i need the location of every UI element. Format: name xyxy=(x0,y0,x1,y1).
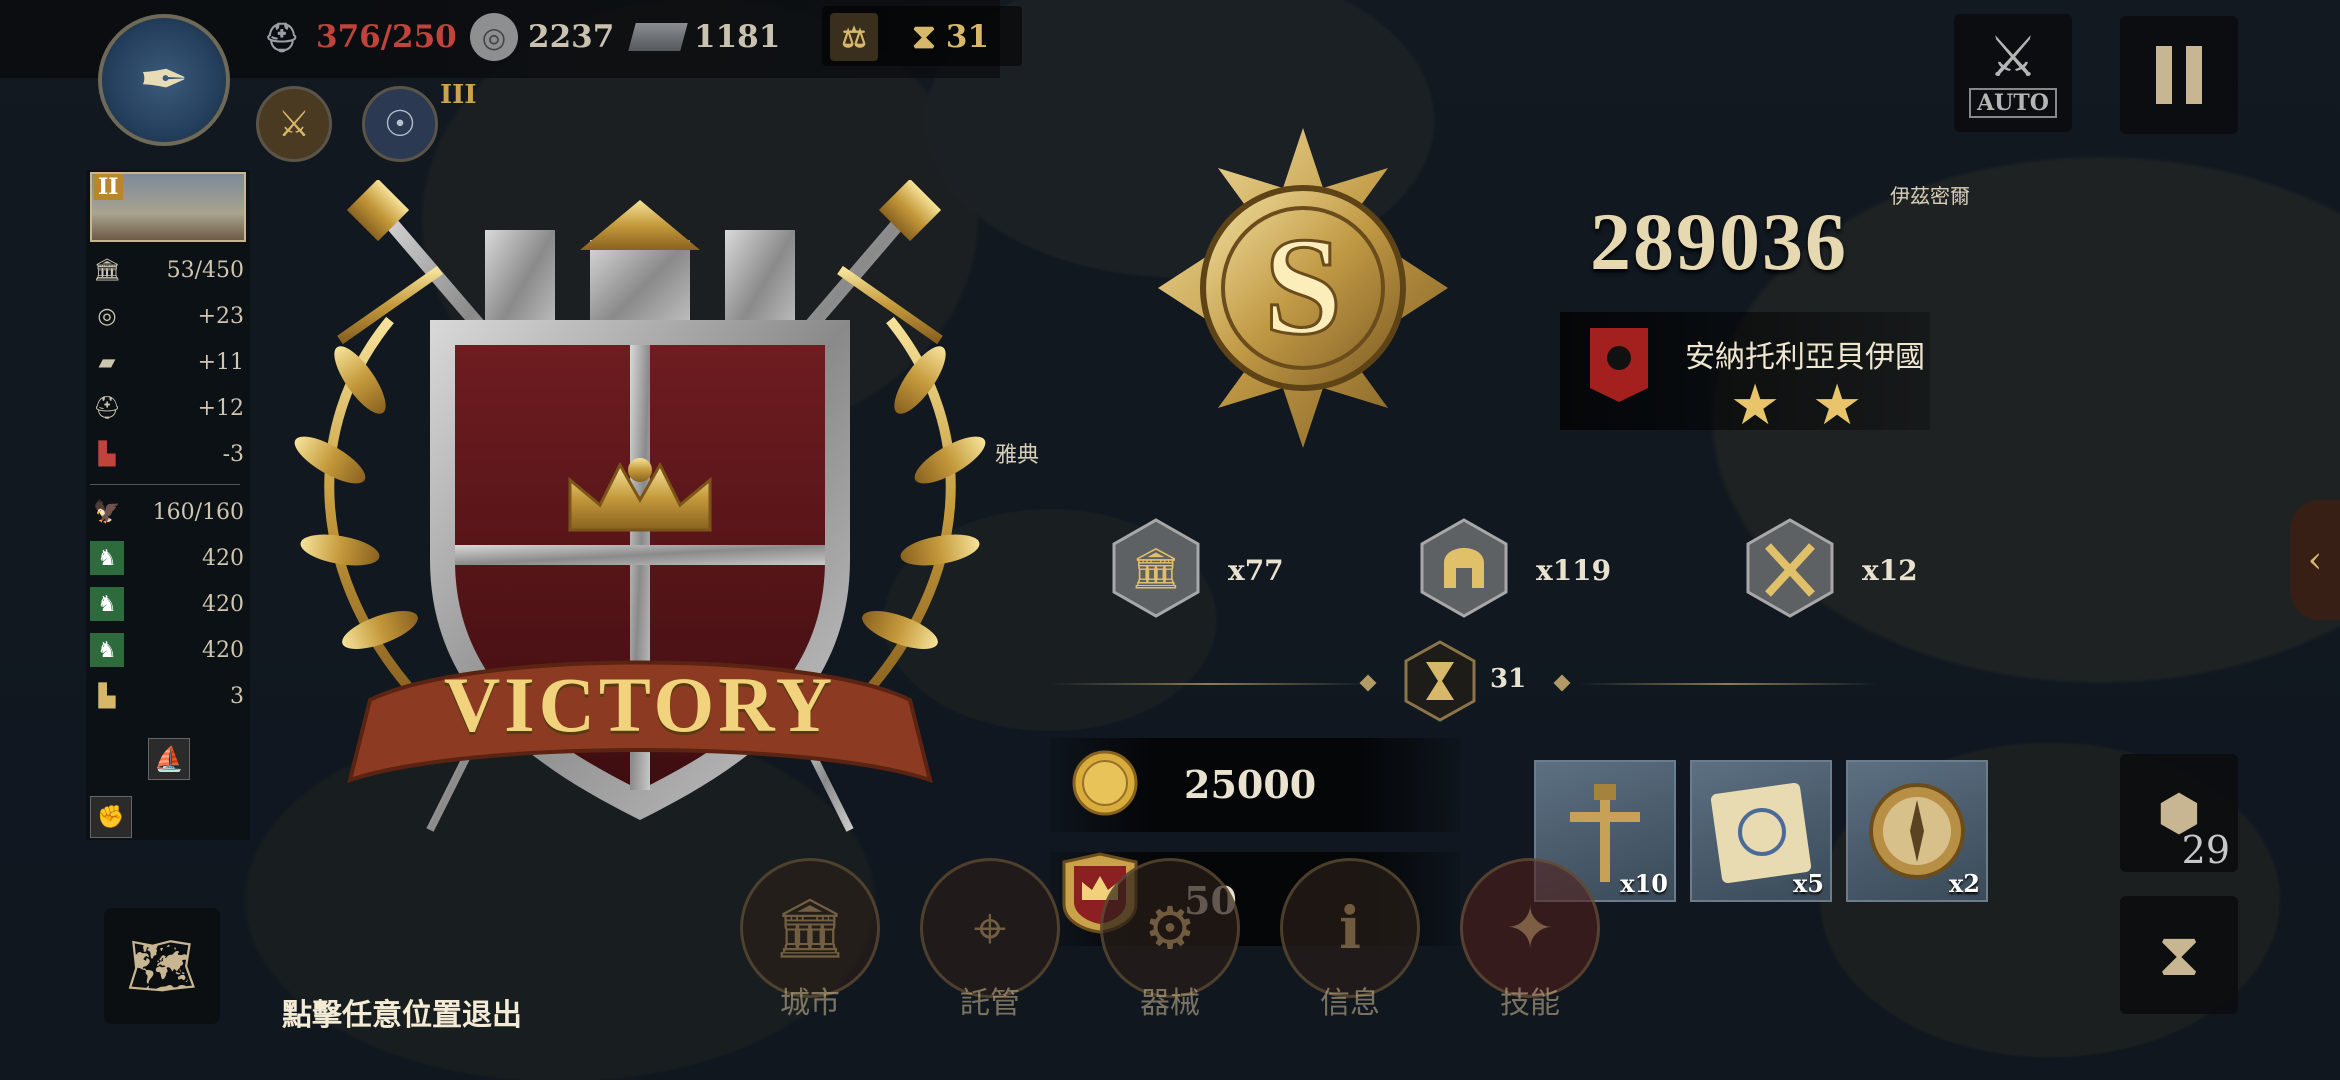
city-level-badge: II xyxy=(94,174,123,200)
boot-icon: ▙ xyxy=(98,683,116,709)
crossed-swords-icon[interactable]: ⚔ xyxy=(256,86,332,162)
grade-s-badge: S xyxy=(1158,128,1448,448)
eagle-icon: 🦅 xyxy=(93,499,121,525)
side-drawer-toggle[interactable]: ‹ xyxy=(2290,500,2340,620)
divider-right xyxy=(1578,683,1878,685)
map-icon: 🗺 xyxy=(126,934,198,999)
nav-info-button[interactable]: ℹ xyxy=(1280,858,1420,998)
nav-skill-label: 技能 xyxy=(1500,986,1560,1021)
star-icon: ★ xyxy=(1812,373,1863,438)
item-card-scroll[interactable]: x5 xyxy=(1690,760,1832,902)
skill-icon: ✦ xyxy=(1505,894,1555,962)
item-card-compass[interactable]: x2 xyxy=(1846,760,1988,902)
auto-label: AUTO xyxy=(1969,88,2057,118)
scroll-quill-icon[interactable]: ✒ xyxy=(98,14,230,146)
info-icon: ℹ xyxy=(1338,894,1362,962)
city-icon: 🏛 xyxy=(773,893,847,962)
stat-row: ⛑ +12 xyxy=(90,390,250,426)
iron-value: 1181 xyxy=(694,19,781,55)
nav-skill-button[interactable]: ✦ xyxy=(1460,858,1600,998)
cavalry-icon: ♞ xyxy=(90,633,124,667)
helmet-icon: ⛑ xyxy=(93,395,121,421)
victory-title: VICTORY xyxy=(443,661,837,748)
ship-icon[interactable]: ⛵ xyxy=(148,738,190,780)
troops-value: 376/250 xyxy=(316,19,457,55)
hex-count: 29 xyxy=(2181,828,2230,872)
stat-divider xyxy=(90,484,240,485)
nav-siege-label: 器械 xyxy=(1140,986,1200,1021)
turn-counter: ⧗ 31 xyxy=(912,12,989,62)
iron-resource: 1181 xyxy=(628,12,781,62)
gold-value: 25000 xyxy=(1184,762,1317,807)
nav-siege-button[interactable]: ⚙ xyxy=(1100,858,1240,998)
victory-shield-emblem xyxy=(294,180,986,832)
nav-delegate-button[interactable]: ⌖ xyxy=(920,858,1060,998)
exit-hint[interactable]: 點擊任意位置退出 xyxy=(282,990,522,1034)
crossed-swords-icon xyxy=(1746,518,1834,618)
stat-row: 🦅 160/160 xyxy=(90,494,250,530)
stat-row: ▙ 3 xyxy=(90,678,250,714)
troops-resource: ⛑ 376/250 xyxy=(258,12,457,62)
silver-resource: ◎ 2237 xyxy=(470,12,614,62)
general-portrait-icon[interactable]: ☉ xyxy=(362,86,438,162)
stat-row: 🏛 53/450 xyxy=(90,252,250,288)
divider-left xyxy=(1050,683,1370,685)
hourglass-icon: ⧗ xyxy=(912,17,936,57)
silver-icon: ◎ xyxy=(470,13,518,61)
stat-swords-count: x12 xyxy=(1862,554,1918,587)
map-pin-icon: ⌖ xyxy=(973,893,1007,962)
pause-icon xyxy=(2156,46,2202,104)
stat-row: ♞ 420 xyxy=(90,632,250,668)
auto-battle-button[interactable]: ⚔ AUTO xyxy=(1954,14,2072,132)
end-turn-button[interactable]: ⧗ xyxy=(2120,896,2238,1014)
stat-row: ▙ -3 xyxy=(90,436,250,472)
item-qty: x5 xyxy=(1792,869,1824,898)
hex-tiles-button[interactable]: ⬢ 29 xyxy=(2120,754,2238,872)
cavalry-icon: ♞ xyxy=(90,587,124,621)
item-qty: x10 xyxy=(1620,869,1668,898)
fist-icon[interactable]: ✊ xyxy=(90,796,132,838)
hourglass-icon: ⧗ xyxy=(2157,920,2201,990)
hourglass-icon xyxy=(1404,640,1476,722)
stat-row: ♞ 420 xyxy=(90,540,250,576)
city-icon: 🏛 xyxy=(93,257,121,283)
helmet-icon xyxy=(1420,518,1508,618)
nation-flag-icon xyxy=(1590,328,1648,402)
gold-coin-icon xyxy=(1072,750,1138,816)
helmet-icon: ⛑ xyxy=(264,20,300,54)
stat-helmet-count: x119 xyxy=(1536,554,1612,587)
score-value: 289036 xyxy=(1590,196,1848,287)
siege-icon: ⚙ xyxy=(1144,894,1196,962)
stat-row: ♞ 420 xyxy=(90,586,250,622)
scales-icon[interactable]: ⚖ xyxy=(830,12,878,62)
cavalry-icon: ♞ xyxy=(90,541,124,575)
stat-row: ◎ +23 xyxy=(90,298,250,334)
turns-used: 31 xyxy=(1490,664,1527,694)
nation-name: 安納托利亞貝伊國 xyxy=(1685,340,1925,375)
iron-icon: ▰ xyxy=(98,349,116,375)
stat-row: ▰ +11 xyxy=(90,344,250,380)
silver-icon: ◎ xyxy=(97,303,117,329)
map-label-ismir: 伊茲密爾 xyxy=(1890,184,1970,208)
nav-city-label: 城市 xyxy=(780,986,840,1021)
city-icon: 🏛 xyxy=(1112,518,1200,618)
svg-text:🏛: 🏛 xyxy=(1131,546,1182,592)
crossed-swords-icon: ⚔ xyxy=(1987,25,2039,90)
nav-delegate-label: 託管 xyxy=(960,986,1020,1021)
nav-city-button[interactable]: 🏛 xyxy=(740,858,880,998)
grade-letter: S xyxy=(1264,209,1342,364)
chevron-left-icon: ‹ xyxy=(2307,539,2323,581)
pause-button[interactable] xyxy=(2120,16,2238,134)
star-icon: ★ xyxy=(1730,373,1781,438)
world-map-button[interactable]: 🗺 xyxy=(104,908,220,1024)
nav-info-label: 信息 xyxy=(1320,986,1380,1021)
rank-numeral: III xyxy=(440,80,477,110)
silver-value: 2237 xyxy=(528,19,615,55)
stat-city-count: x77 xyxy=(1228,554,1284,587)
item-qty: x2 xyxy=(1948,869,1980,898)
turn-counter-value: 31 xyxy=(945,19,990,55)
boot-icon: ▙ xyxy=(98,441,116,467)
iron-icon xyxy=(628,23,688,51)
